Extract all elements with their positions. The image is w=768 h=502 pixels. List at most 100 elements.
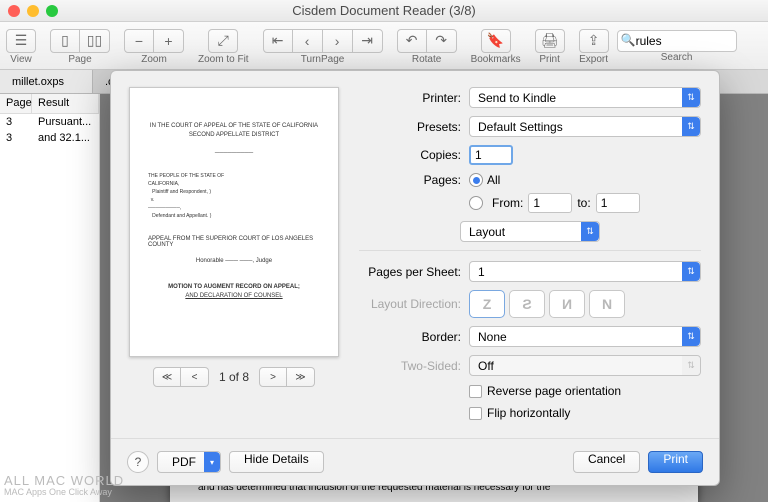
next-icon: > bbox=[270, 372, 276, 383]
col-result: Result bbox=[32, 94, 99, 113]
layout-dir-1-button[interactable]: Z bbox=[469, 290, 505, 318]
rotate-right-icon: ↷ bbox=[435, 32, 447, 49]
zoom-fit-button[interactable]: ⤢ bbox=[208, 29, 238, 53]
tab-millet[interactable]: millet.oxps bbox=[0, 70, 93, 93]
printer-select[interactable]: Send to Kindle ⇅ bbox=[469, 87, 701, 108]
result-page: 3 bbox=[0, 114, 32, 130]
chevron-updown-icon: ⇅ bbox=[682, 327, 700, 346]
border-label: Border: bbox=[359, 330, 469, 344]
printer-label: Printer: bbox=[359, 91, 469, 105]
window-title: Cisdem Document Reader (3/8) bbox=[0, 3, 768, 18]
twosided-select: Off⇅ bbox=[469, 355, 701, 376]
page-single-icon: ▯ bbox=[61, 32, 69, 49]
last-page-icon: ⇥ bbox=[361, 32, 373, 49]
prev-page-button[interactable]: ‹ bbox=[293, 29, 323, 53]
help-icon: ? bbox=[135, 455, 142, 469]
presets-label: Presets: bbox=[359, 120, 469, 134]
col-page: Page bbox=[0, 94, 32, 113]
reverse-orientation-checkbox[interactable] bbox=[469, 385, 482, 398]
layout-dir-2-button[interactable]: Ƨ bbox=[509, 290, 545, 318]
zoomfit-label: Zoom to Fit bbox=[198, 54, 249, 65]
export-button[interactable]: ⇪ bbox=[579, 29, 609, 53]
print-icon: 🖨 bbox=[541, 32, 559, 49]
border-value: None bbox=[478, 330, 507, 344]
print-preview-thumbnail: IN THE COURT OF APPEAL OF THE STATE OF C… bbox=[129, 87, 339, 357]
toolbar: ☰View ▯ ▯▯ Page − + Zoom ⤢Zoom to Fit ⇤ … bbox=[0, 22, 768, 70]
help-button[interactable]: ? bbox=[127, 451, 149, 473]
to-input[interactable] bbox=[596, 193, 640, 213]
export-icon: ⇪ bbox=[588, 32, 600, 49]
twosided-label: Two-Sided: bbox=[359, 359, 469, 373]
bookmarks-label: Bookmarks bbox=[471, 54, 521, 65]
to-label: to: bbox=[577, 196, 590, 210]
presets-select[interactable]: Default Settings ⇅ bbox=[469, 116, 701, 137]
sidebar-icon: ☰ bbox=[15, 32, 28, 49]
rotate-left-button[interactable]: ↶ bbox=[397, 29, 427, 53]
pages-label: Pages: bbox=[359, 173, 469, 187]
zoom-in-button[interactable]: + bbox=[154, 29, 184, 53]
pages-range-radio[interactable] bbox=[469, 196, 483, 210]
copies-label: Copies: bbox=[359, 148, 469, 162]
result-page: 3 bbox=[0, 130, 32, 146]
next-page-icon: › bbox=[335, 33, 340, 49]
next-page-button[interactable]: › bbox=[323, 29, 353, 53]
chevron-updown-icon: ⇅ bbox=[682, 88, 700, 107]
zoom-in-icon: + bbox=[164, 33, 172, 49]
zoom-out-button[interactable]: − bbox=[124, 29, 154, 53]
print-label: Print bbox=[539, 54, 560, 65]
preview-next-button[interactable]: > bbox=[259, 367, 287, 387]
chevron-down-icon: ▾ bbox=[204, 452, 220, 472]
search-label: Search bbox=[661, 52, 693, 63]
result-row[interactable]: 3 and 32.1... bbox=[0, 130, 99, 146]
page-single-button[interactable]: ▯ bbox=[50, 29, 80, 53]
print-button[interactable]: 🖨 bbox=[535, 29, 565, 53]
pages-all-label: All bbox=[487, 173, 500, 187]
from-label: From: bbox=[492, 196, 523, 210]
watermark: ALL MAC WORLD MAC Apps One Click Away bbox=[4, 474, 124, 498]
page-label: Page bbox=[68, 54, 91, 65]
hide-details-button[interactable]: Hide Details bbox=[229, 451, 324, 473]
layout-dir-4-button[interactable]: N bbox=[589, 290, 625, 318]
pages-all-radio[interactable] bbox=[469, 173, 483, 187]
chevron-updown-icon: ⇅ bbox=[581, 222, 599, 241]
layout-dir-3-button[interactable]: И bbox=[549, 290, 585, 318]
result-row[interactable]: 3 Pursuant... bbox=[0, 114, 99, 130]
titlebar: Cisdem Document Reader (3/8) bbox=[0, 0, 768, 22]
last-page-button[interactable]: ⇥ bbox=[353, 29, 383, 53]
pps-value: 1 bbox=[478, 265, 485, 279]
bookmarks-button[interactable]: 🔖 bbox=[481, 29, 511, 53]
page-double-button[interactable]: ▯▯ bbox=[80, 29, 110, 53]
from-input[interactable] bbox=[528, 193, 572, 213]
pdf-menu-button[interactable]: PDF▾ bbox=[157, 451, 221, 473]
rotate-right-button[interactable]: ↷ bbox=[427, 29, 457, 53]
reverse-orientation-label: Reverse page orientation bbox=[487, 384, 621, 398]
chevron-updown-icon: ⇅ bbox=[682, 117, 700, 136]
search-icon: 🔍 bbox=[621, 33, 636, 47]
view-button[interactable]: ☰ bbox=[6, 29, 36, 53]
print-preview-pane: IN THE COURT OF APPEAL OF THE STATE OF C… bbox=[129, 87, 339, 428]
first-icon: ≪ bbox=[162, 372, 172, 383]
preview-page-indicator: 1 of 8 bbox=[219, 370, 249, 384]
printer-value: Send to Kindle bbox=[478, 91, 556, 105]
first-page-icon: ⇤ bbox=[272, 32, 284, 49]
preview-prev-button[interactable]: < bbox=[181, 367, 209, 387]
first-page-button[interactable]: ⇤ bbox=[263, 29, 293, 53]
print-confirm-button[interactable]: Print bbox=[648, 451, 703, 473]
section-select[interactable]: Layout ⇅ bbox=[460, 221, 600, 242]
copies-input[interactable] bbox=[469, 145, 513, 165]
preview-last-button[interactable]: ≫ bbox=[287, 367, 315, 387]
rotate-label: Rotate bbox=[412, 54, 441, 65]
flip-horizontal-checkbox[interactable] bbox=[469, 407, 482, 420]
cancel-button[interactable]: Cancel bbox=[573, 451, 640, 473]
result-text: Pursuant... bbox=[32, 114, 99, 130]
section-value: Layout bbox=[469, 225, 505, 239]
preview-first-button[interactable]: ≪ bbox=[153, 367, 181, 387]
zoom-label: Zoom bbox=[141, 54, 167, 65]
pps-select[interactable]: 1⇅ bbox=[469, 261, 701, 282]
search-results-sidebar: Page Result 3 Pursuant... 3 and 32.1... bbox=[0, 94, 100, 502]
presets-value: Default Settings bbox=[478, 120, 563, 134]
border-select[interactable]: None ⇅ bbox=[469, 326, 701, 347]
zoom-fit-icon: ⤢ bbox=[218, 32, 229, 49]
last-icon: ≫ bbox=[295, 372, 305, 383]
pps-label: Pages per Sheet: bbox=[359, 265, 469, 279]
